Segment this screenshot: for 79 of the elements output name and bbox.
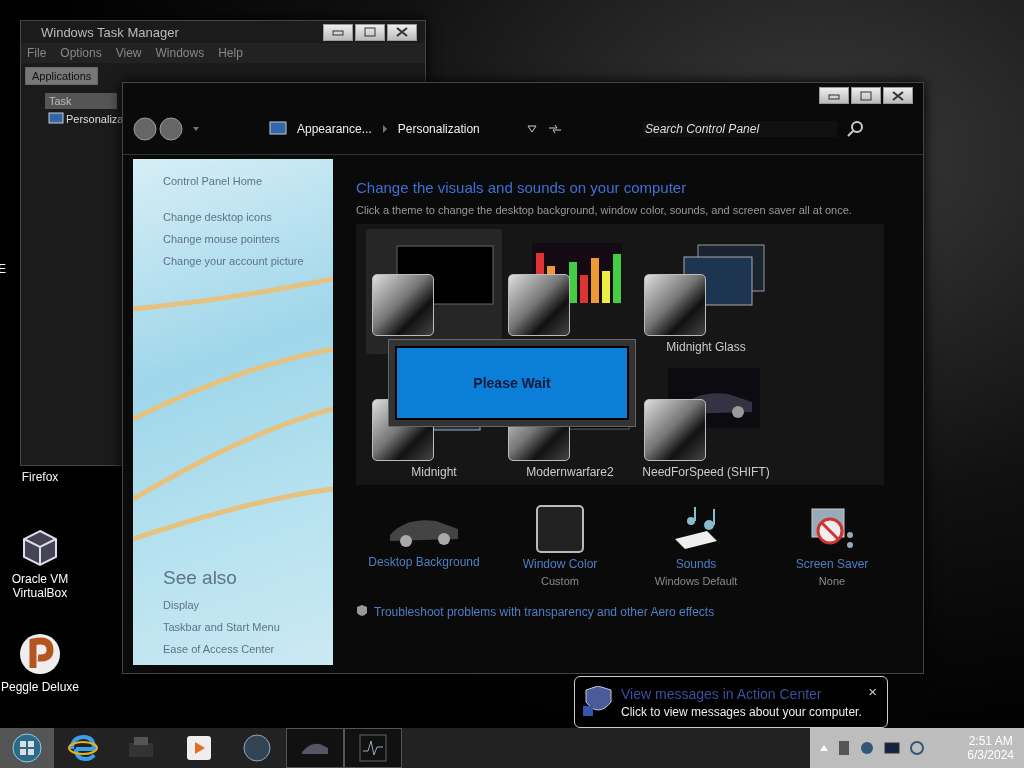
theme-label: NeedForSpeed (SHIFT) [642, 465, 770, 479]
notification-message: Click to view messages about your computer. [621, 704, 862, 719]
glossy-square-icon [536, 505, 584, 553]
back-forward-buttons-icon [133, 116, 199, 142]
shield-icon [583, 686, 613, 718]
breadcrumb-link[interactable]: Appearance... [297, 122, 372, 136]
theme-tile[interactable]: Midnight Glass [638, 229, 774, 354]
desktop-icon-label[interactable]: Oracle VM VirtualBox [0, 572, 80, 600]
theme-label: Midnight [411, 465, 457, 479]
up-arrow-icon [820, 745, 828, 751]
theme-label: Modernwarfare2 [526, 465, 614, 479]
dialog-message: Please Wait [395, 346, 629, 420]
setting-value: None [818, 575, 846, 587]
theme-label: Midnight Glass [666, 340, 746, 354]
shield-icon [356, 605, 368, 619]
task-row[interactable]: Personaliza [66, 113, 124, 125]
minimize-button[interactable] [323, 23, 353, 41]
search-field[interactable]: Search Control Panel [643, 121, 837, 137]
sidebar-link[interactable]: Change mouse pointers [163, 233, 333, 245]
start-button[interactable] [0, 728, 54, 768]
monitor-icon [884, 742, 900, 754]
menu-item[interactable]: Options [60, 46, 102, 60]
drive-icon [838, 740, 850, 756]
column-header[interactable]: Task [45, 93, 117, 109]
setting-value: Custom [541, 575, 579, 587]
sidebar-link[interactable]: Change your account picture [163, 255, 333, 267]
setting-link[interactable]: Window Color [522, 557, 598, 571]
refresh-icon [547, 122, 563, 136]
sidebar-link[interactable]: Display [163, 599, 333, 611]
setting-value: Windows Default [654, 575, 738, 587]
glossy-swatch [644, 399, 706, 461]
maximize-icon [860, 90, 872, 101]
dropdown-icon [527, 125, 537, 133]
browser-e-icon [68, 733, 98, 763]
desktop-icon-label[interactable]: Firefox [21, 470, 59, 484]
see-also-heading: See also [163, 567, 238, 589]
close-icon [892, 90, 904, 101]
desktop-icon-label[interactable]: Peggle Deluxe [0, 680, 80, 694]
troubleshoot-link[interactable]: Troubleshoot problems with transparency and other Aero effects [374, 605, 715, 619]
sidebar-link[interactable]: Control Panel Home [163, 175, 333, 187]
search-icon [847, 121, 863, 137]
waveform-monitor-icon [358, 733, 388, 763]
theme-tile[interactable]: NeedForSpeed (SHIFT) [638, 354, 774, 479]
minimize-icon [332, 28, 344, 36]
window-title: Windows Task Manager [41, 24, 179, 40]
setting-link[interactable]: Screen Saver [795, 557, 869, 571]
maximize-button[interactable] [355, 23, 385, 41]
sidebar-link[interactable]: Change desktop icons [163, 211, 333, 223]
menu-item[interactable]: File [27, 46, 47, 60]
setting-link[interactable]: Desktop Background [368, 555, 480, 569]
minimize-icon [828, 91, 840, 100]
glossy-swatch [372, 274, 434, 336]
monitor-icon [48, 112, 64, 126]
play-icon [185, 734, 213, 762]
notification-balloon[interactable]: View messages in Action Center Click to view messages about your computer. × [574, 676, 888, 728]
maximize-icon [364, 27, 376, 37]
sidebar-link[interactable]: Taskbar and Start Menu [163, 621, 333, 633]
monitor-icon [269, 121, 287, 137]
close-button[interactable]: × [868, 683, 877, 700]
cube-icon [20, 528, 60, 568]
notification-title: View messages in Action Center [621, 685, 823, 702]
page-description: Click a theme to change the desktop background, window color, sounds, and screen saver all at once. [356, 204, 853, 216]
setting-link[interactable]: Sounds [675, 557, 717, 571]
tab[interactable]: Applications [25, 67, 99, 85]
page-heading: Change the visuals and sounds on your computer [356, 179, 688, 196]
glossy-swatch [508, 274, 570, 336]
letter-ball-icon [18, 632, 62, 676]
glossy-swatch [644, 274, 706, 336]
sidebar-link[interactable]: Ease of Access Center [163, 643, 333, 655]
close-icon [396, 27, 408, 37]
close-button[interactable] [387, 23, 417, 41]
breadcrumb-link[interactable]: Personalization [397, 122, 480, 136]
menu-item[interactable]: View [115, 46, 142, 60]
chevron-right-icon [381, 125, 388, 133]
menu-item[interactable]: Help [218, 46, 243, 60]
network-icon [910, 740, 924, 756]
close-button[interactable] [883, 87, 913, 104]
window-logo-icon [12, 733, 42, 763]
menu-item[interactable]: Windows [155, 46, 205, 60]
